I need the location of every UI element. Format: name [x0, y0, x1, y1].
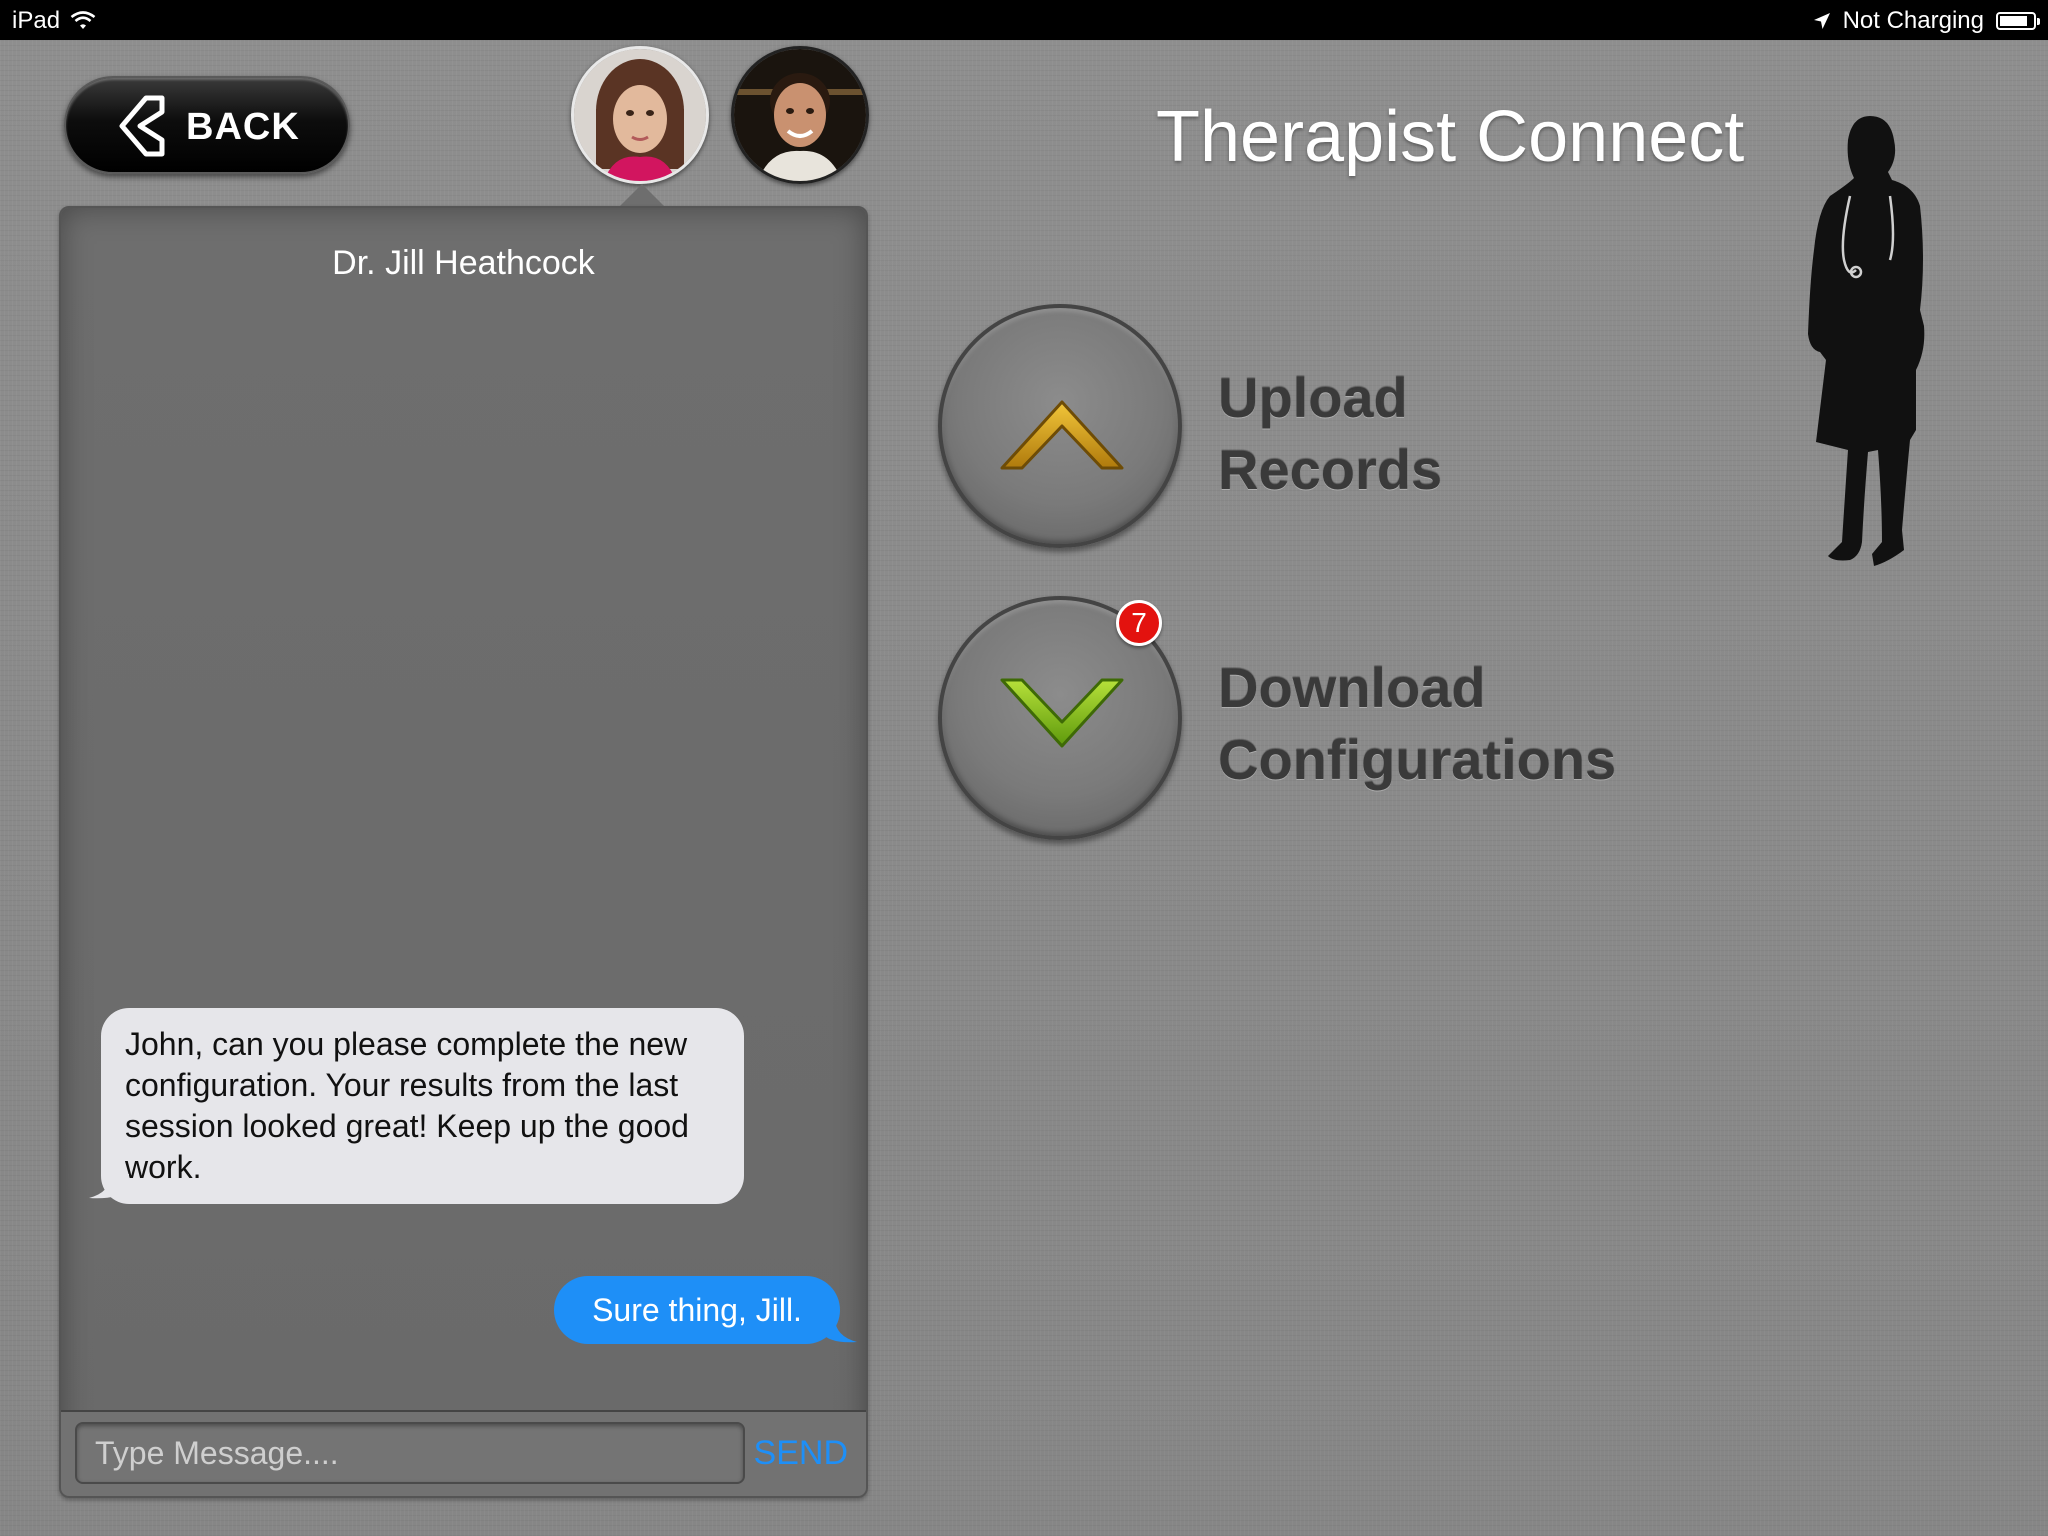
jill-portrait: [574, 49, 706, 181]
wifi-icon: [70, 11, 96, 29]
incoming-message: John, can you please complete the new co…: [101, 1008, 744, 1204]
upload-label-line2: Records: [1218, 438, 1443, 501]
device-label: iPad: [12, 7, 61, 34]
notification-badge: 7: [1116, 600, 1162, 646]
download-label-line2: Configurations: [1218, 728, 1617, 791]
upload-records-button[interactable]: [938, 304, 1182, 548]
chat-contact-name: Dr. Jill Heathcock: [332, 244, 595, 282]
chat-panel: Dr. Jill Heathcock John, can you please …: [59, 206, 868, 1498]
location-arrow-icon: [1813, 13, 1830, 29]
download-label-line1: Download: [1218, 656, 1486, 719]
back-chevron-icon: [119, 95, 165, 157]
battery-icon: [1996, 12, 2040, 30]
contact-avatar-john[interactable]: [731, 46, 869, 184]
doctor-silhouette-icon: [1808, 116, 1925, 566]
chevron-up-icon: [1000, 400, 1124, 470]
back-button-label: BACK: [186, 106, 300, 148]
download-configurations-label[interactable]: Download Configurations: [1218, 652, 1616, 796]
john-portrait: [734, 49, 866, 181]
power-status: Not Charging: [1842, 7, 1984, 34]
send-button[interactable]: SEND: [754, 1434, 848, 1473]
chat-input-bar: SEND: [61, 1410, 866, 1496]
contact-avatar-jill[interactable]: [571, 46, 709, 184]
outgoing-bubble-tail: [821, 1318, 857, 1343]
upload-records-label[interactable]: Upload Records: [1218, 362, 1442, 506]
message-input[interactable]: [75, 1422, 745, 1484]
back-button[interactable]: BACK: [64, 76, 350, 174]
upload-label-line1: Upload: [1218, 366, 1408, 429]
page-title: Therapist Connect: [1156, 97, 1745, 177]
outgoing-message: Sure thing, Jill.: [554, 1276, 840, 1344]
status-bar: iPad Not Charging: [0, 0, 2048, 40]
incoming-bubble-tail: [89, 1174, 129, 1199]
chat-pointer: [618, 184, 666, 208]
chevron-down-icon: [1000, 678, 1124, 748]
